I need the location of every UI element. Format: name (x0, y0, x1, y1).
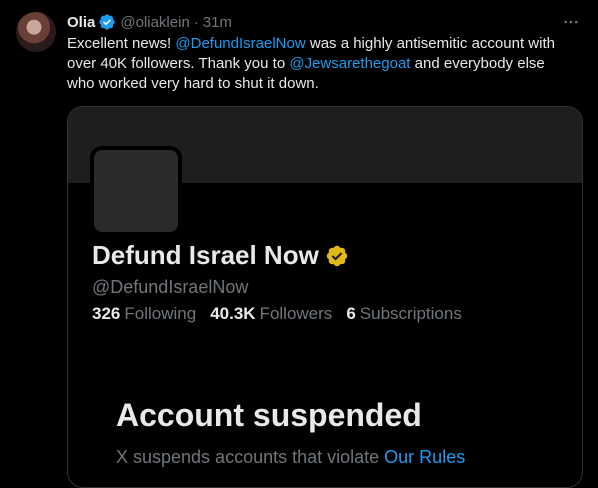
timestamp[interactable]: 31m (203, 14, 232, 31)
following-stat: 326 Following (92, 304, 196, 324)
more-options-icon (564, 20, 578, 24)
verified-badge-icon (99, 14, 116, 30)
profile-stats: 326 Following 40.3K Followers 6 Subscriptio… (92, 304, 462, 324)
user-handle[interactable]: @oliaklein (120, 14, 189, 31)
following-label: Following (124, 304, 197, 323)
profile-handle: @DefundIsraelNow (92, 277, 249, 297)
followers-count: 40.3K (210, 304, 256, 323)
suspended-title: Account suspended (116, 397, 422, 433)
suspended-desc-text: X suspends accounts that violate (116, 447, 385, 467)
subscriptions-stat: 6 Subscriptions (346, 304, 462, 324)
gold-verified-badge-icon (326, 245, 348, 266)
profile-name-text: Defund Israel Now (92, 240, 319, 270)
avatar[interactable] (16, 12, 56, 52)
mention-link[interactable]: @Jewsarethegoat (289, 55, 410, 72)
tweet-text: Excellent news! @DefundIsraelNow was a h… (67, 34, 572, 94)
display-name[interactable]: Olia (67, 14, 95, 31)
profile-name: Defund Israel Now (92, 240, 349, 271)
tweet-text-part: Excellent news! (67, 35, 176, 52)
followers-label: Followers (259, 304, 333, 323)
suspended-description: X suspends accounts that violate Our Rul… (116, 447, 465, 468)
tweet-header: Olia @oliaklein · 31m (67, 12, 232, 32)
following-count: 326 (92, 304, 121, 323)
followers-stat: 40.3K Followers (210, 304, 332, 324)
subscriptions-count: 6 (346, 304, 356, 323)
profile-picture (90, 146, 182, 236)
embedded-image[interactable]: Defund Israel Now @DefundIsraelNow 326 Fo… (67, 106, 583, 488)
rules-link: Our Rules (384, 447, 466, 467)
more-options-button[interactable] (560, 12, 582, 32)
separator-dot: · (193, 13, 199, 31)
subscriptions-label: Subscriptions (359, 304, 462, 323)
mention-link[interactable]: @DefundIsraelNow (175, 35, 305, 52)
